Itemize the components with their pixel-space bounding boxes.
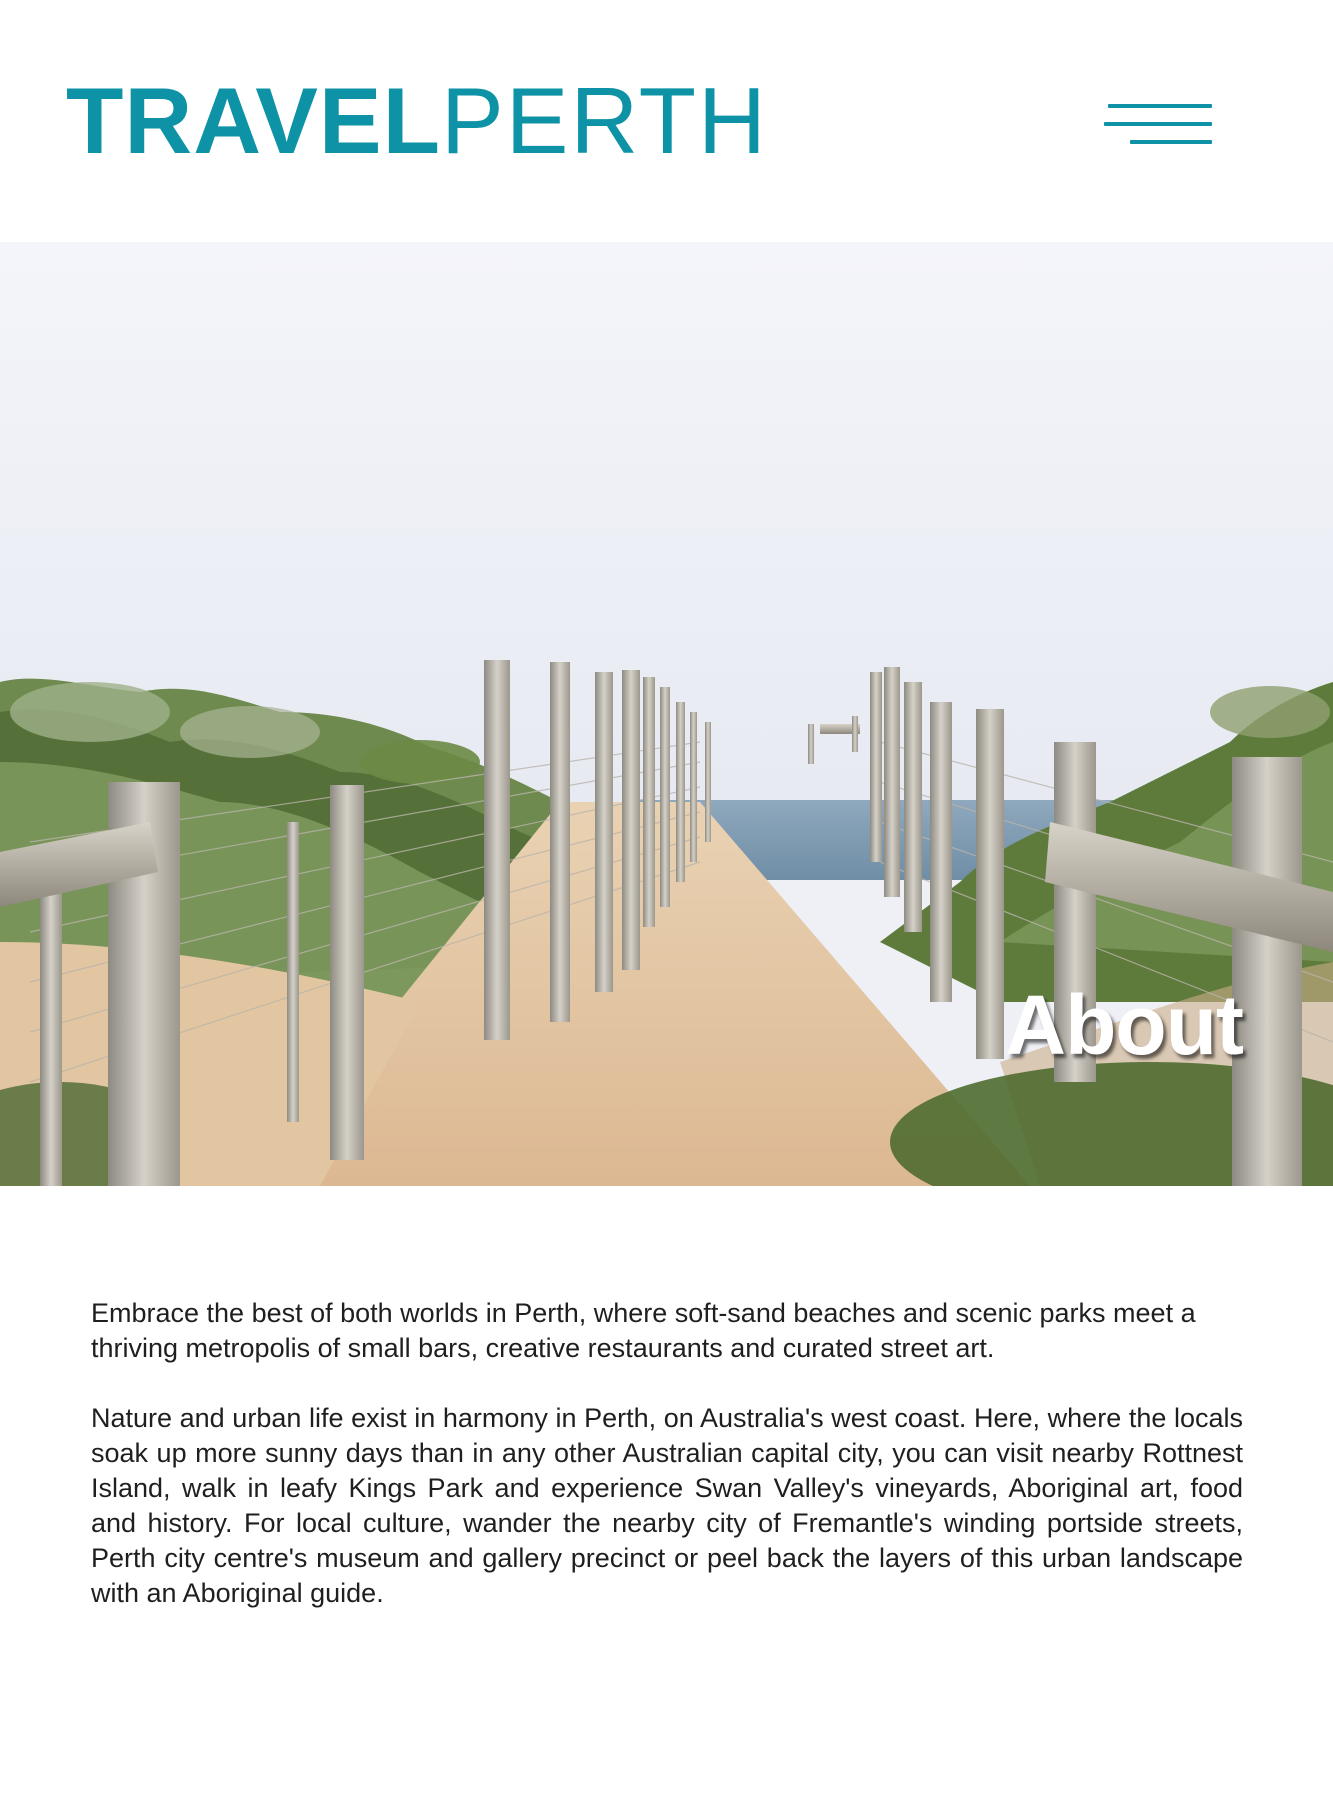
intro-paragraph: Embrace the best of both worlds in Perth… [91,1298,1196,1363]
logo-light-text: PERTH [441,68,768,173]
logo-bold-text: TRAVEL [66,68,442,173]
menu-button[interactable] [1104,98,1216,152]
menu-line [1104,122,1212,126]
page-title: About [1005,977,1244,1072]
site-logo[interactable]: TRAVELPERTH [66,74,768,168]
menu-line [1130,140,1212,144]
body-paragraph: Nature and urban life exist in harmony i… [91,1403,1243,1608]
menu-line [1108,104,1212,108]
hero-banner: About [0,242,1333,1186]
site-header: TRAVELPERTH [0,0,1333,242]
about-content: Embrace the best of both worlds in Perth… [91,1296,1243,1646]
